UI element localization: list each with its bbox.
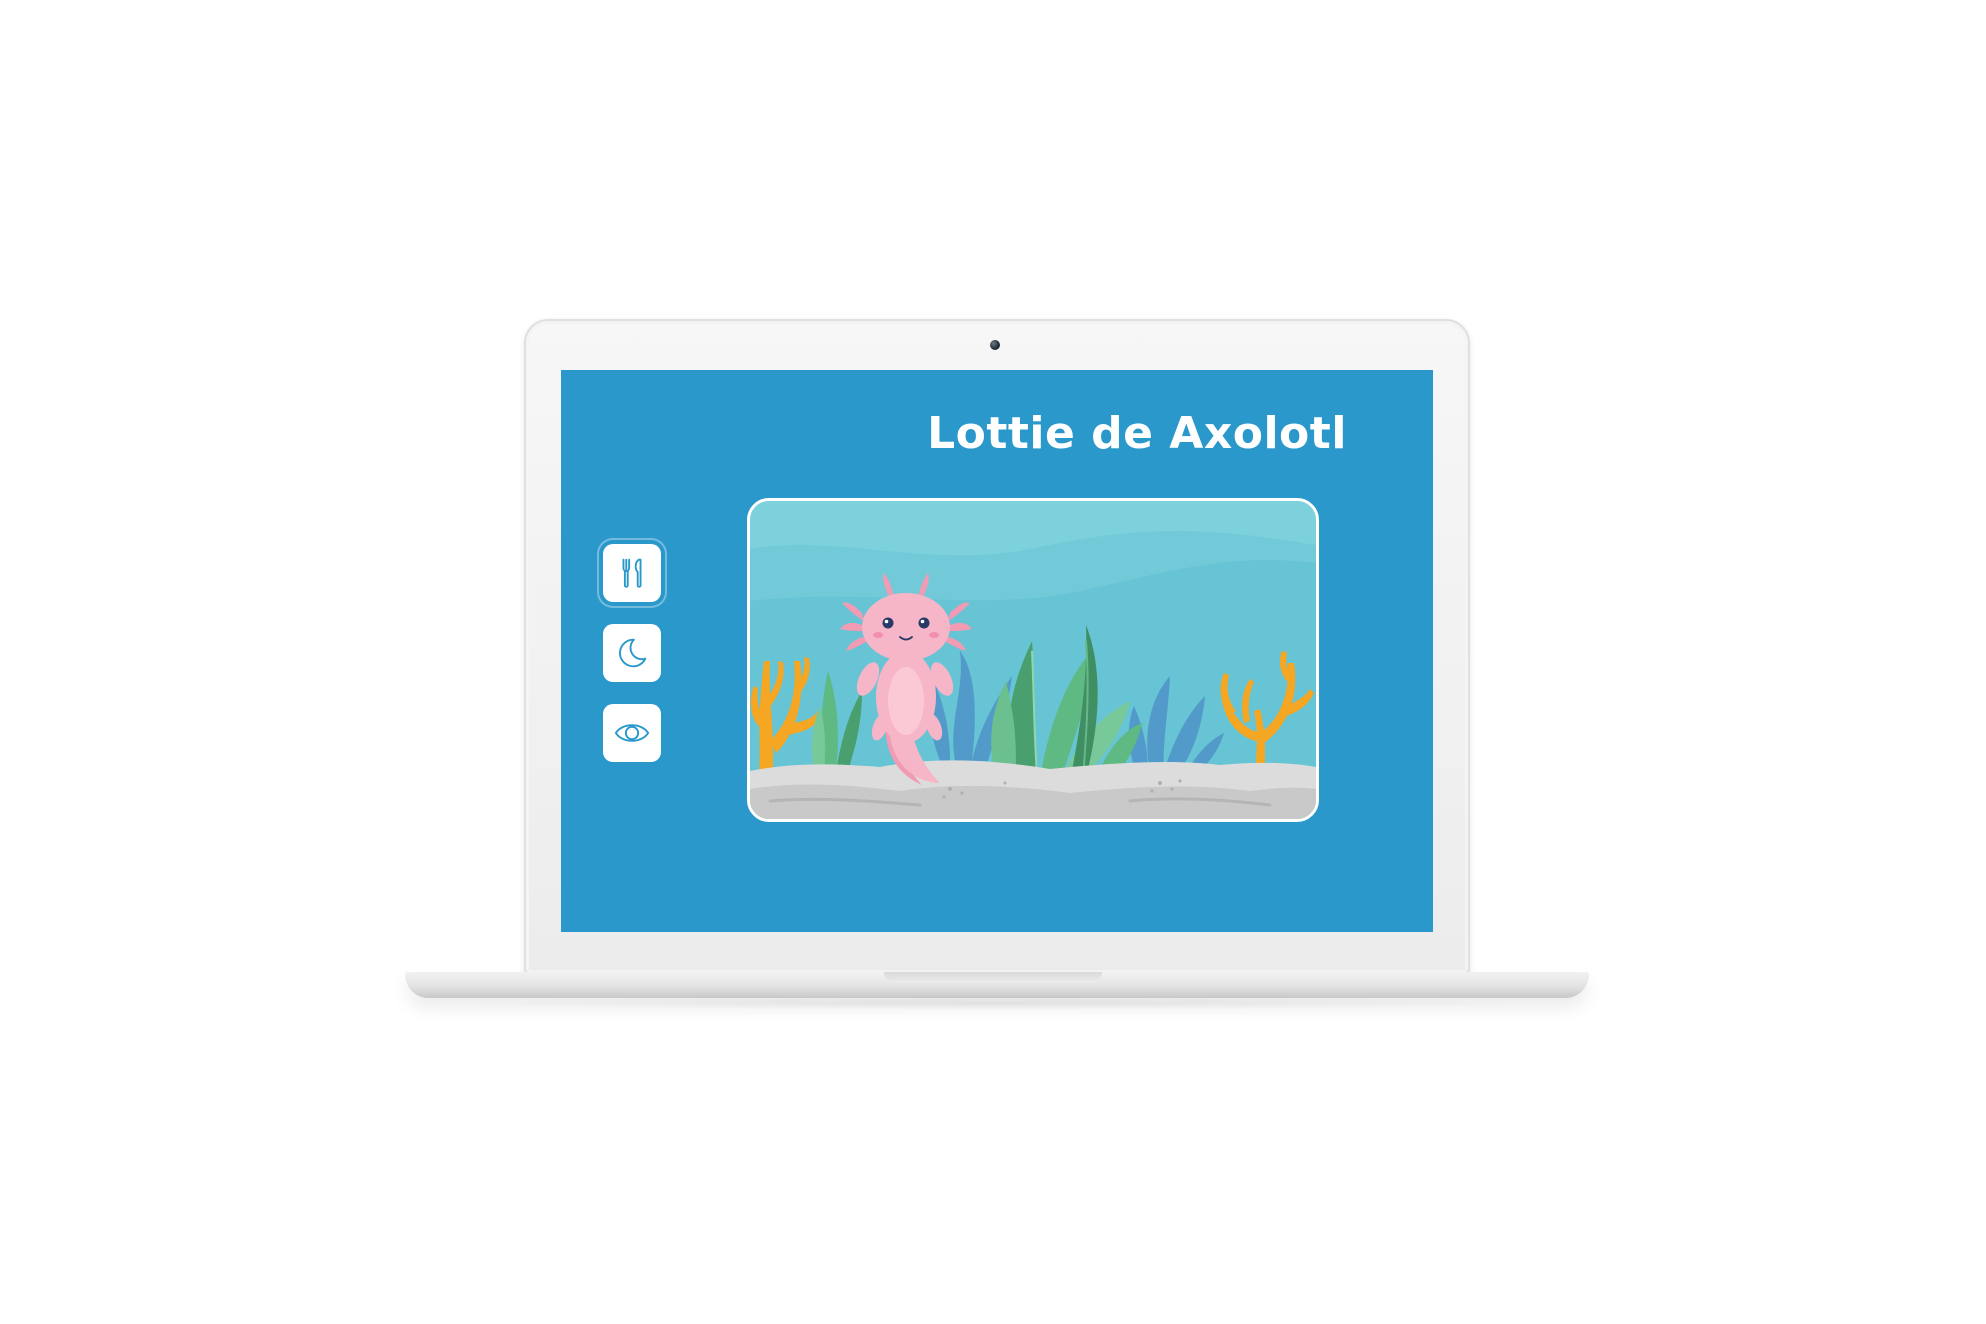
aquarium-scene bbox=[750, 501, 1316, 819]
moon-icon bbox=[619, 638, 647, 668]
watch-button[interactable] bbox=[603, 704, 661, 762]
feed-button[interactable] bbox=[603, 544, 661, 602]
page-title: Lottie de Axolotl bbox=[927, 408, 1347, 459]
webcam-icon bbox=[990, 340, 1000, 350]
laptop-shadow bbox=[460, 996, 1530, 1010]
laptop-notch bbox=[884, 972, 1102, 983]
aquarium-view[interactable] bbox=[747, 498, 1319, 822]
eye-icon bbox=[614, 724, 650, 742]
sleep-button[interactable] bbox=[603, 624, 661, 682]
fork-knife-icon bbox=[622, 558, 642, 588]
seabed bbox=[750, 760, 1316, 819]
app-screen: Lottie de Axolotl bbox=[561, 370, 1433, 932]
